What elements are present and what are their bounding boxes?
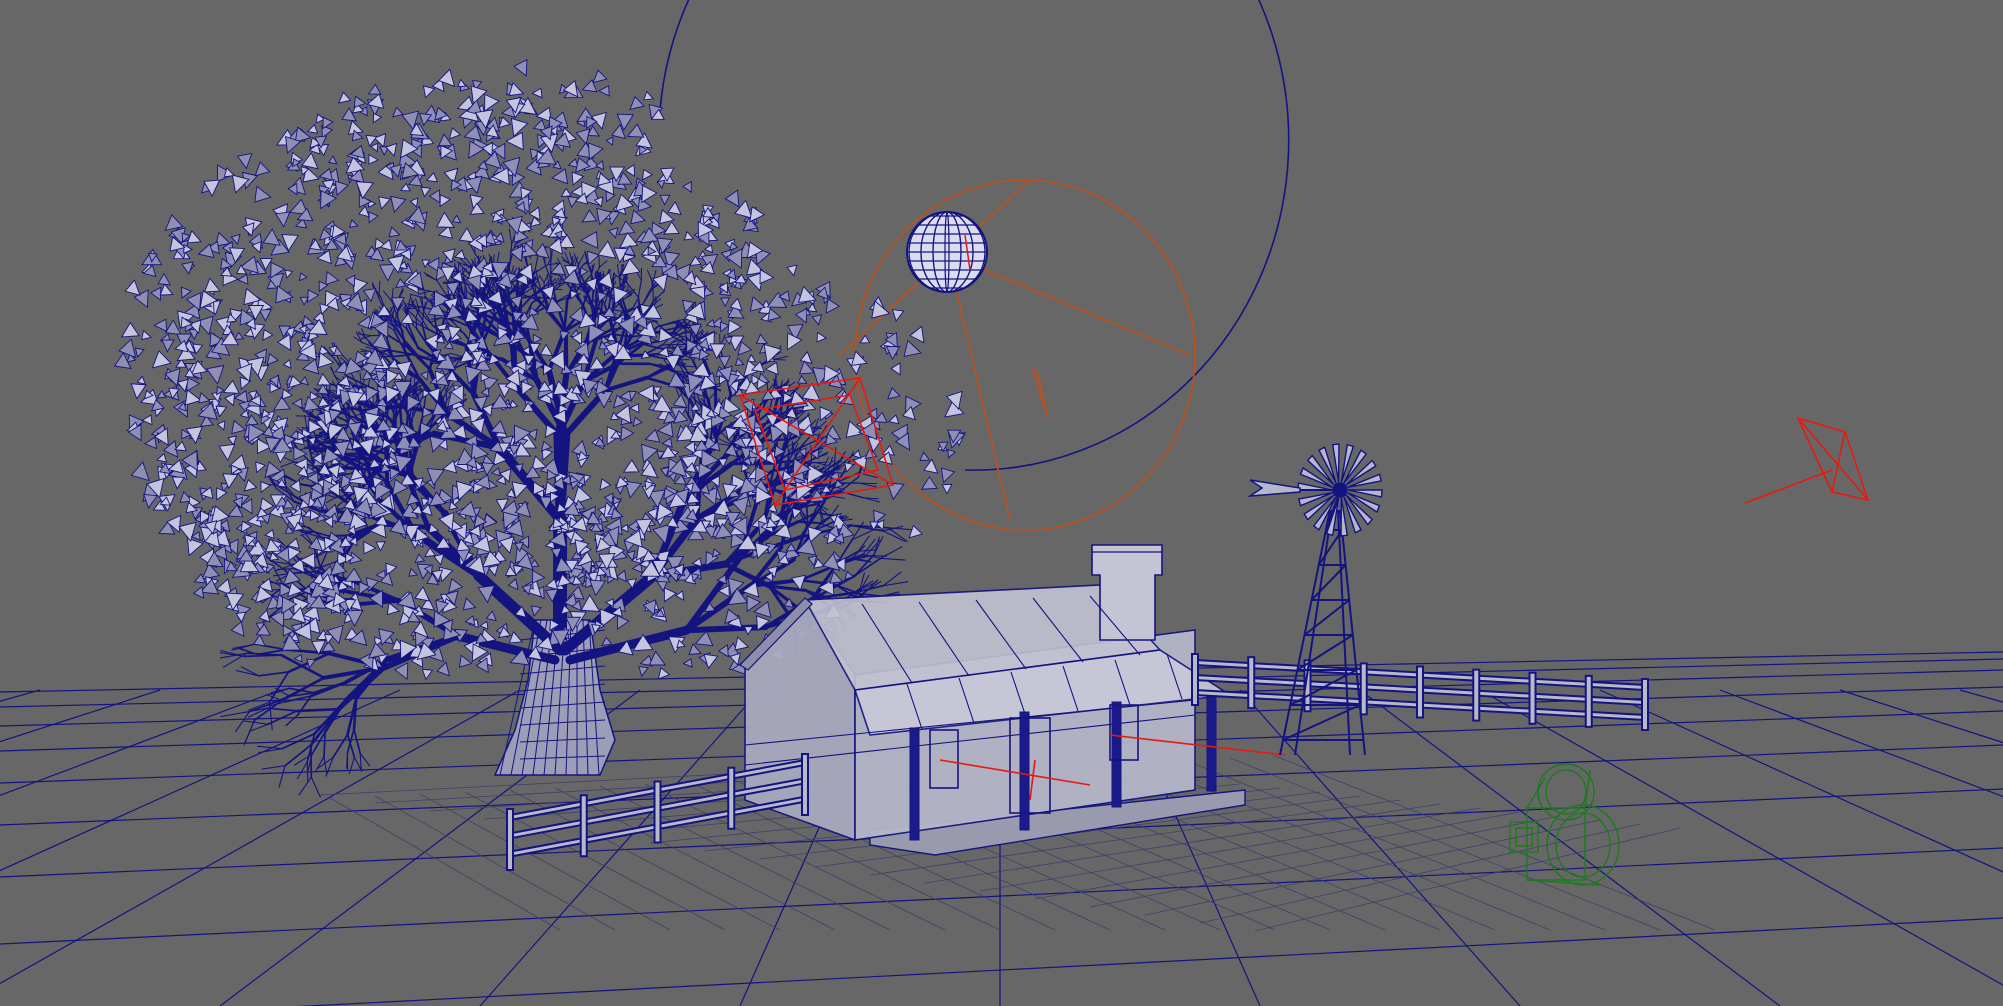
directional-light[interactable] <box>1744 416 1870 504</box>
render-camera[interactable] <box>1509 763 1620 886</box>
sun-sphere[interactable] <box>906 211 988 293</box>
viewport-canvas[interactable] <box>0 0 2003 1006</box>
farmhouse[interactable] <box>739 544 1286 856</box>
fence-back[interactable] <box>1191 653 1649 731</box>
3d-viewport[interactable] <box>0 0 2003 1006</box>
